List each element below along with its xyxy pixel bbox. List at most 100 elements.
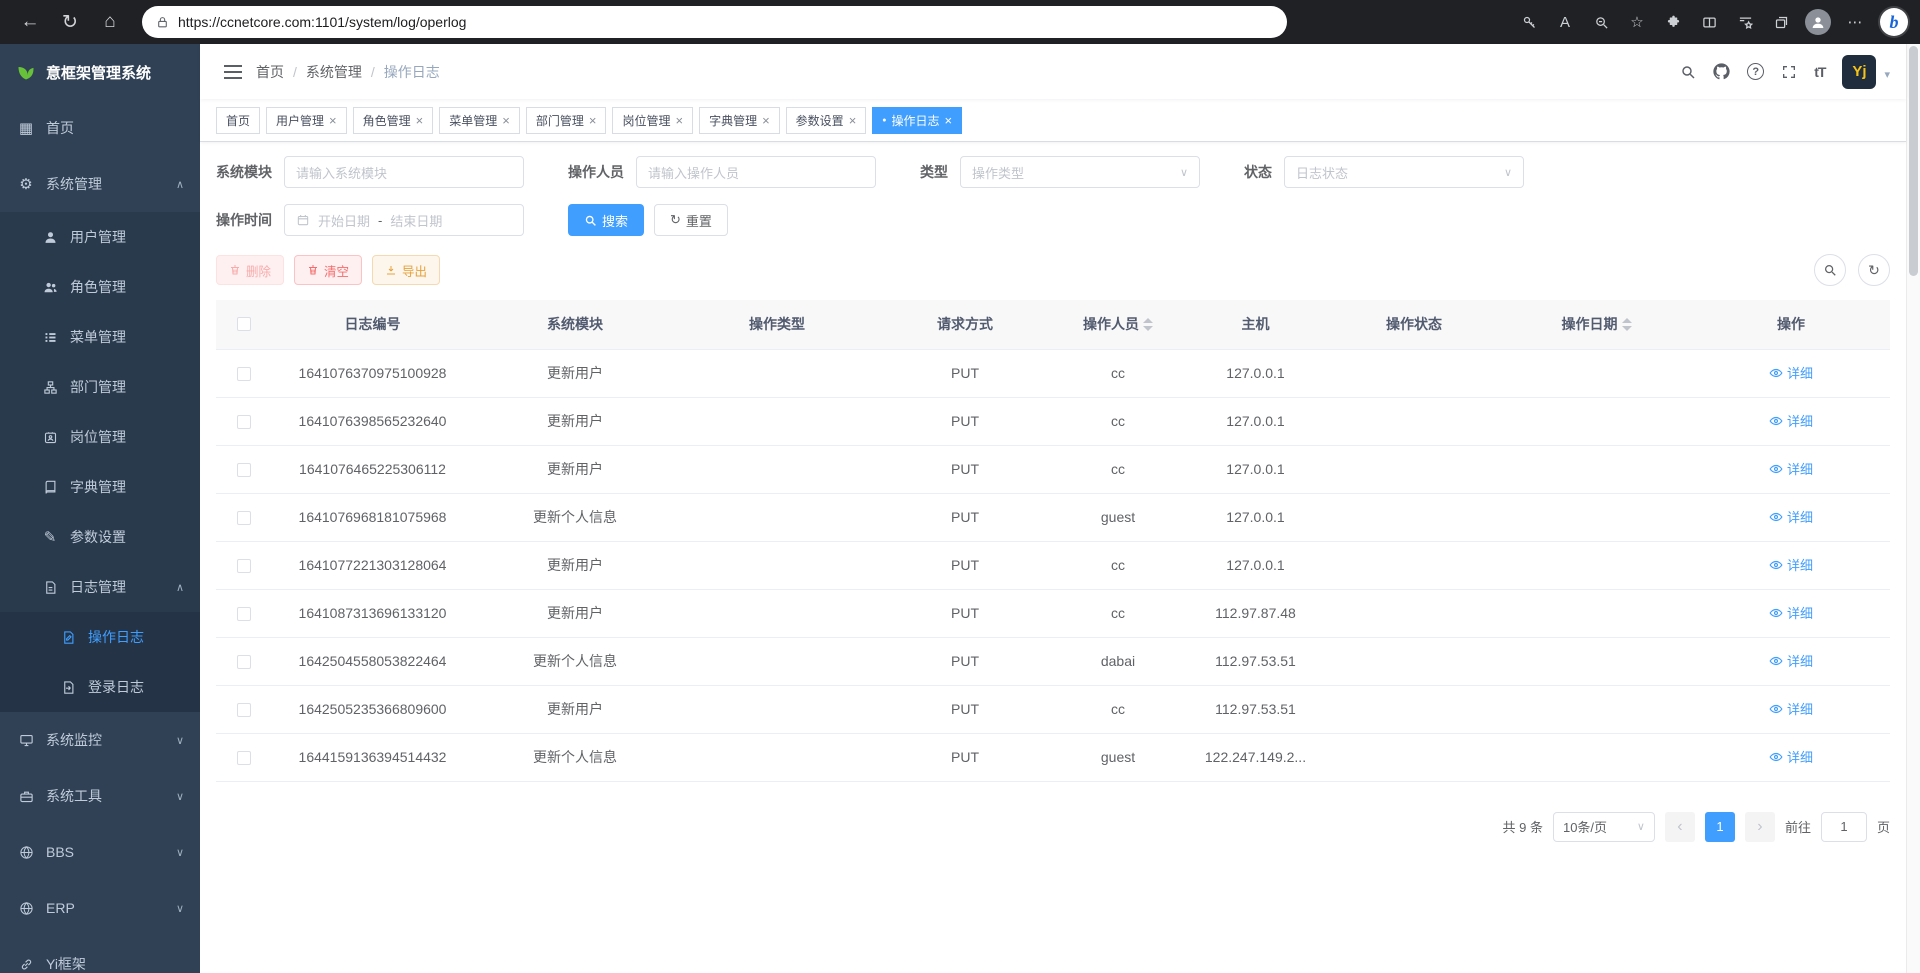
split-screen-icon[interactable] xyxy=(1692,6,1726,38)
sidebar-item-system-tools[interactable]: 系统工具 ∨ xyxy=(0,768,200,824)
tab-dict-management[interactable]: 字典管理 × xyxy=(699,107,780,134)
tab-dept-management[interactable]: 部门管理 × xyxy=(526,107,607,134)
type-select[interactable]: 操作类型 ∨ xyxy=(960,156,1200,188)
close-icon[interactable]: × xyxy=(762,114,770,127)
browser-refresh-button[interactable]: ↻ xyxy=(52,5,88,39)
sidebar-toggle-icon[interactable] xyxy=(216,55,250,89)
sidebar-item-home[interactable]: ▦ 首页 xyxy=(0,100,200,156)
delete-button[interactable]: 删除 xyxy=(216,255,284,285)
more-options-icon[interactable]: ⋯ xyxy=(1838,6,1872,38)
page-number-button[interactable]: 1 xyxy=(1705,812,1735,842)
status-select[interactable]: 日志状态 ∨ xyxy=(1284,156,1524,188)
close-icon[interactable]: × xyxy=(502,114,510,127)
detail-link[interactable]: 详细 xyxy=(1769,459,1813,478)
close-icon[interactable]: × xyxy=(849,114,857,127)
date-range-picker[interactable]: 开始日期 - 结束日期 xyxy=(284,204,524,236)
row-checkbox[interactable] xyxy=(237,607,251,621)
browser-home-button[interactable]: ⌂ xyxy=(92,5,128,39)
collections-icon[interactable] xyxy=(1764,6,1798,38)
sidebar-item-operation-log[interactable]: 操作日志 xyxy=(0,612,200,662)
fullscreen-icon[interactable] xyxy=(1781,64,1797,80)
sidebar-item-system-management[interactable]: ⚙ 系统管理 ∧ xyxy=(0,156,200,212)
sidebar-item-param-settings[interactable]: ✎ 参数设置 xyxy=(0,512,200,562)
close-icon[interactable]: × xyxy=(416,114,424,127)
select-all-checkbox[interactable] xyxy=(237,317,251,331)
clear-button[interactable]: 清空 xyxy=(294,255,362,285)
search-button[interactable]: 搜索 xyxy=(568,204,644,236)
detail-link[interactable]: 详细 xyxy=(1769,603,1813,622)
favorites-add-icon[interactable]: ☆ xyxy=(1620,6,1654,38)
page-size-select[interactable]: 10条/页 ∨ xyxy=(1553,812,1655,842)
detail-link[interactable]: 详细 xyxy=(1769,651,1813,670)
export-button[interactable]: 导出 xyxy=(372,255,440,285)
tab-menu-management[interactable]: 菜单管理 × xyxy=(439,107,520,134)
read-aloud-icon[interactable]: A xyxy=(1548,6,1582,38)
sidebar-item-login-log[interactable]: 登录日志 xyxy=(0,662,200,712)
row-checkbox[interactable] xyxy=(237,463,251,477)
search-icon[interactable] xyxy=(1680,64,1696,80)
app-logo[interactable]: 意框架管理系统 xyxy=(0,44,200,100)
row-checkbox[interactable] xyxy=(237,511,251,525)
breadcrumb-home[interactable]: 首页 xyxy=(256,62,284,82)
profile-avatar[interactable] xyxy=(1805,9,1831,35)
avatar-caret-icon[interactable]: ▾ xyxy=(1884,68,1890,89)
tab-post-management[interactable]: 岗位管理 × xyxy=(612,107,693,134)
refresh-table-button[interactable]: ↻ xyxy=(1858,254,1890,286)
detail-link[interactable]: 详细 xyxy=(1769,699,1813,718)
column-header-date[interactable]: 操作日期 xyxy=(1501,300,1692,349)
sidebar-item-log-management[interactable]: 日志管理 ∧ xyxy=(0,562,200,612)
sidebar-item-system-monitor[interactable]: 系统监控 ∨ xyxy=(0,712,200,768)
extensions-icon[interactable] xyxy=(1656,6,1690,38)
sidebar-item-erp[interactable]: ERP ∨ xyxy=(0,880,200,936)
sidebar-item-menu-management[interactable]: 菜单管理 xyxy=(0,312,200,362)
goto-page-input[interactable] xyxy=(1821,812,1867,842)
sidebar-item-post-management[interactable]: 岗位管理 xyxy=(0,412,200,462)
window-scrollbar[interactable] xyxy=(1906,44,1920,973)
sidebar-item-bbs[interactable]: BBS ∨ xyxy=(0,824,200,880)
breadcrumb-system[interactable]: 系统管理 xyxy=(306,62,362,82)
browser-back-button[interactable]: ← xyxy=(12,5,48,39)
sidebar-item-dept-management[interactable]: 部门管理 xyxy=(0,362,200,412)
detail-link[interactable]: 详细 xyxy=(1769,411,1813,430)
font-size-icon[interactable]: tT xyxy=(1814,64,1825,80)
close-icon[interactable]: × xyxy=(329,114,337,127)
tab-home[interactable]: 首页 xyxy=(216,107,260,134)
address-bar[interactable]: https://ccnetcore.com:1101/system/log/op… xyxy=(142,6,1287,38)
detail-link[interactable]: 详细 xyxy=(1769,555,1813,574)
help-icon[interactable]: ? xyxy=(1747,63,1764,80)
row-checkbox[interactable] xyxy=(237,367,251,381)
tab-role-management[interactable]: 角色管理 × xyxy=(353,107,434,134)
prev-page-button[interactable]: ‹ xyxy=(1665,812,1695,842)
close-icon[interactable]: × xyxy=(675,114,683,127)
scrollbar-thumb[interactable] xyxy=(1909,46,1918,276)
favorites-bar-icon[interactable] xyxy=(1728,6,1762,38)
row-checkbox[interactable] xyxy=(237,751,251,765)
row-checkbox[interactable] xyxy=(237,415,251,429)
module-input[interactable]: 请输入系统模块 xyxy=(284,156,524,188)
row-checkbox[interactable] xyxy=(237,655,251,669)
user-avatar[interactable]: Yj xyxy=(1842,55,1876,89)
close-icon[interactable]: × xyxy=(589,114,597,127)
sidebar-item-dict-management[interactable]: 字典管理 xyxy=(0,462,200,512)
detail-link[interactable]: 详细 xyxy=(1769,363,1813,382)
copilot-icon[interactable]: b xyxy=(1880,8,1908,36)
detail-link[interactable]: 详细 xyxy=(1769,747,1813,766)
tab-param-settings[interactable]: 参数设置 × xyxy=(786,107,867,134)
sidebar-item-yi-framework[interactable]: Yi框架 xyxy=(0,936,200,973)
row-checkbox[interactable] xyxy=(237,559,251,573)
sort-carets-icon[interactable] xyxy=(1143,318,1153,331)
tab-user-management[interactable]: 用户管理 × xyxy=(266,107,347,134)
password-key-icon[interactable] xyxy=(1512,6,1546,38)
sidebar-item-user-management[interactable]: 用户管理 xyxy=(0,212,200,262)
row-checkbox[interactable] xyxy=(237,703,251,717)
sidebar-item-role-management[interactable]: 角色管理 xyxy=(0,262,200,312)
operator-input[interactable]: 请输入操作人员 xyxy=(636,156,876,188)
tab-operation-log[interactable]: ● 操作日志 × xyxy=(872,107,962,134)
zoom-icon[interactable] xyxy=(1584,6,1618,38)
github-icon[interactable] xyxy=(1713,63,1730,80)
reset-button[interactable]: ↻ 重置 xyxy=(654,204,728,236)
close-icon[interactable]: × xyxy=(945,114,953,127)
next-page-button[interactable]: › xyxy=(1745,812,1775,842)
toggle-search-button[interactable] xyxy=(1814,254,1846,286)
detail-link[interactable]: 详细 xyxy=(1769,507,1813,526)
